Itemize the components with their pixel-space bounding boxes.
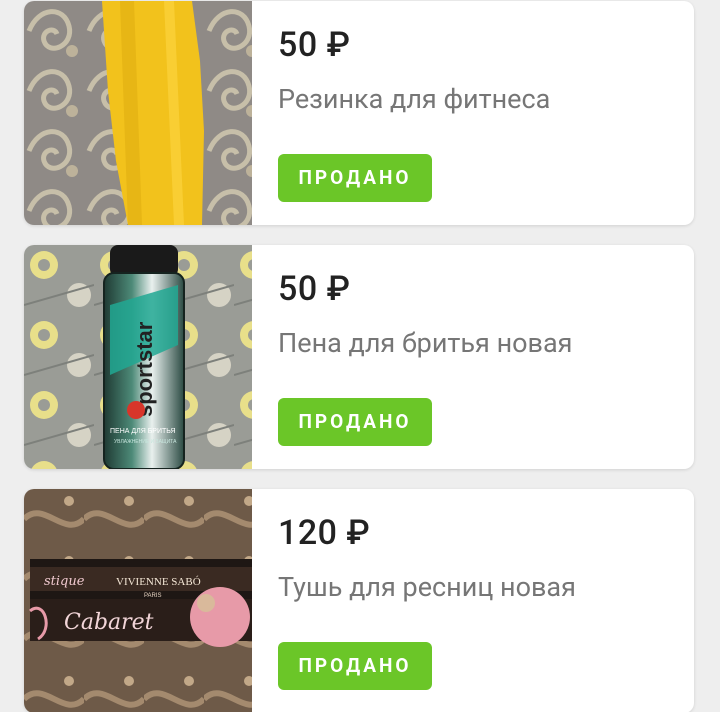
mascara-product-text: Cabaret [64, 610, 154, 635]
listing-price: 120 ₽ [278, 513, 371, 553]
fitness-band-photo [24, 1, 252, 225]
shaving-foam-photo: sportstar ПЕНА ДЛЯ БРИТЬЯ УВЛАЖНЕНИЕ И З… [24, 245, 252, 469]
listing-list: 50 ₽ Резинка для фитнеса ПРОДАНО sportst… [0, 0, 720, 712]
mascara-city-text: PARIS [144, 593, 162, 599]
listing-title[interactable]: Пена для бритья новая [278, 327, 572, 359]
listing-photo[interactable]: stique VIVIENNE SABÓ PARIS Cabaret [24, 489, 252, 712]
listing-card[interactable]: sportstar ПЕНА ДЛЯ БРИТЬЯ УВЛАЖНЕНИЕ И З… [24, 245, 694, 469]
listing-card[interactable]: stique VIVIENNE SABÓ PARIS Cabaret 120 ₽… [24, 489, 694, 712]
listing-title[interactable]: Резинка для фитнеса [278, 83, 550, 115]
listing-card[interactable]: 50 ₽ Резинка для фитнеса ПРОДАНО [24, 1, 694, 225]
mascara-brand-text: VIVIENNE SABÓ [116, 576, 201, 588]
listing-title[interactable]: Тушь для ресниц новая [278, 571, 576, 603]
sold-badge[interactable]: ПРОДАНО [278, 398, 432, 446]
listing-price: 50 ₽ [278, 25, 351, 65]
listing-price: 50 ₽ [278, 269, 351, 309]
mascara-box-photo: stique VIVIENNE SABÓ PARIS Cabaret [24, 489, 252, 712]
mascara-line-text: stique [44, 574, 85, 589]
foam-line-text: УВЛАЖНЕНИЕ И ЗАЩИТА [114, 439, 177, 445]
listing-photo[interactable]: sportstar ПЕНА ДЛЯ БРИТЬЯ УВЛАЖНЕНИЕ И З… [24, 245, 252, 469]
foam-subtitle-text: ПЕНА ДЛЯ БРИТЬЯ [110, 428, 176, 435]
listing-photo[interactable] [24, 1, 252, 225]
sold-badge[interactable]: ПРОДАНО [278, 154, 432, 202]
sold-badge[interactable]: ПРОДАНО [278, 642, 432, 690]
